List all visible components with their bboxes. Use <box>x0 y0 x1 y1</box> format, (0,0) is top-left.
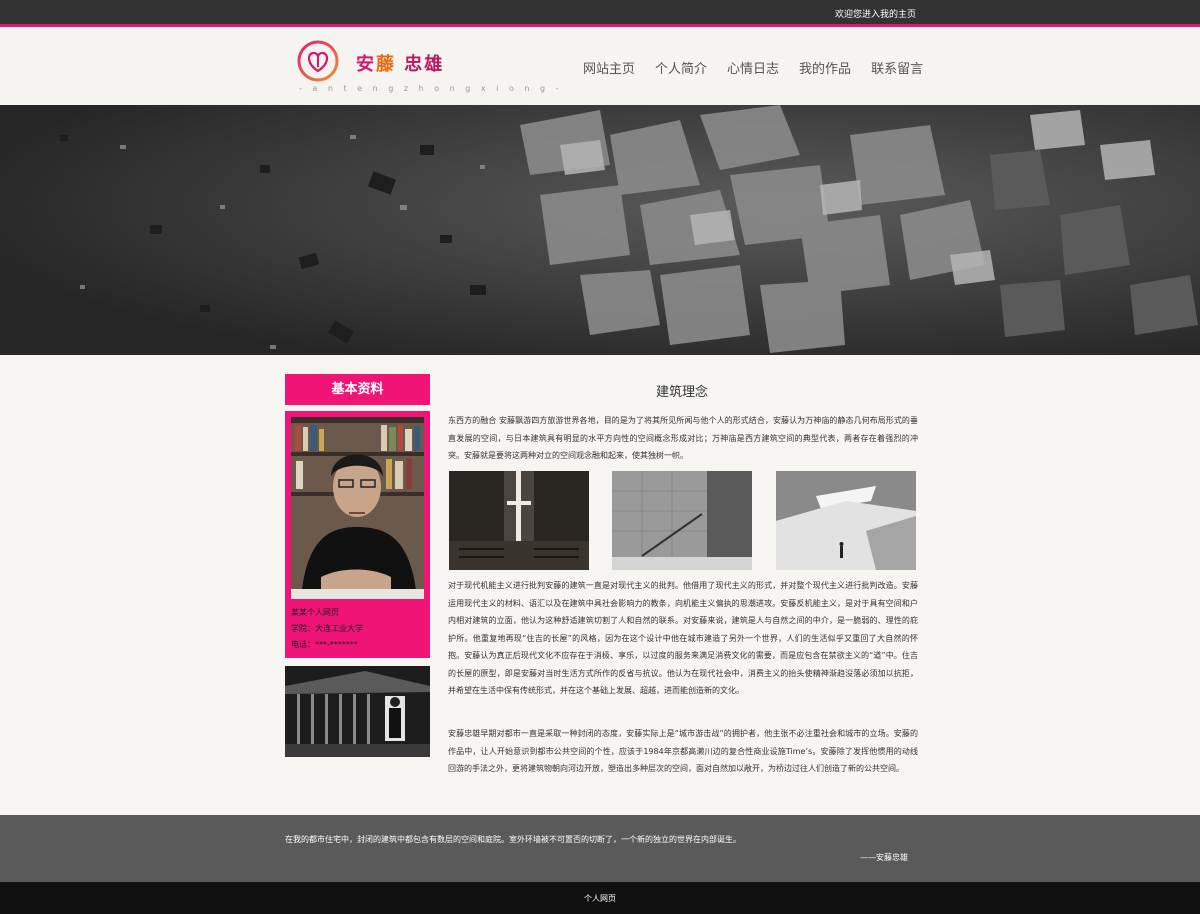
nav-item-profile[interactable]: 个人简介 <box>655 58 707 77</box>
logo-name-part1: 安 <box>356 54 376 75</box>
site-footer: 在我的都市住宅中，封闭的建筑中都包含有数层的空间和庭院。室外环墙被不可置否的切断… <box>0 815 1200 882</box>
sidebar-title: 基本资料 <box>285 374 430 405</box>
banner-shards-image <box>0 105 1200 355</box>
article-title: 建筑理念 <box>655 385 708 400</box>
article-paragraph: 安藤忠雄早期对都市一直是采取一种封闭的态度，安藤实际上是“城市游击战”的拥护者，… <box>448 729 918 773</box>
bottom-bar-label: 个人网页 <box>584 894 616 903</box>
footer-quote-author: ——安藤忠雄 <box>860 853 908 862</box>
site-header: 安藤 忠雄 - a n t e n g z h o n g x i o n g … <box>0 27 1200 105</box>
top-bar: 欢迎您进入我的主页 <box>0 0 1200 27</box>
portrait-image <box>291 417 424 599</box>
hero-banner <box>0 105 1200 355</box>
logo-pinyin: - a n t e n g z h o n g x i o n g - <box>299 84 563 93</box>
article-paragraph: 东西方的融合 安藤飘游四方旅游世界各地，目的是为了将其所见所闻与他个人的形式结合… <box>448 416 918 460</box>
logo-name: 安藤 忠雄 <box>356 50 444 76</box>
nav-item-home[interactable]: 网站主页 <box>583 58 635 77</box>
site-logo[interactable]: 安藤 忠雄 - a n t e n g z h o n g x i o n g … <box>297 38 559 98</box>
heart-logo-icon <box>297 40 339 82</box>
stairs-photo <box>612 471 752 570</box>
bottom-bar: 个人网页 <box>0 882 1200 914</box>
profile-phone: 电话：***-******* <box>291 640 358 649</box>
profile-page-name: 某某个人网页 <box>291 608 339 617</box>
sidebar-architecture-image <box>285 666 430 757</box>
chapel-photo <box>449 471 589 570</box>
gallery-image-chapel <box>449 471 589 570</box>
nav-item-works[interactable]: 我的作品 <box>799 58 851 77</box>
profile-school: 学院：大连工业大学 <box>291 624 363 633</box>
profile-photo <box>291 417 424 599</box>
nav-item-journal[interactable]: 心情日志 <box>727 58 779 77</box>
logo-name-part3: 忠雄 <box>396 54 445 75</box>
article-paragraph: 对于现代机能主义进行批判安藤的建筑一直是对现代主义的批判。他借用了现代主义的形式… <box>448 581 918 695</box>
profile-card: 某某个人网页 学院：大连工业大学 电话：***-******* <box>285 411 430 658</box>
gallery-image-stairs <box>612 471 752 570</box>
gallery-space-photo <box>776 471 916 570</box>
gallery-image-gallery-space <box>776 471 916 570</box>
profile-info: 某某个人网页 学院：大连工业大学 电话：***-******* <box>291 605 363 653</box>
nav-item-contact[interactable]: 联系留言 <box>871 58 923 77</box>
logo-name-part2: 藤 <box>376 54 396 75</box>
main-nav: 网站主页 个人简介 心情日志 我的作品 联系留言 <box>583 58 943 77</box>
welcome-text: 欢迎您进入我的主页 <box>835 10 917 20</box>
footer-quote: 在我的都市住宅中，封闭的建筑中都包含有数层的空间和庭院。室外环墙被不可置否的切断… <box>285 835 741 844</box>
architecture-photo <box>285 666 430 757</box>
